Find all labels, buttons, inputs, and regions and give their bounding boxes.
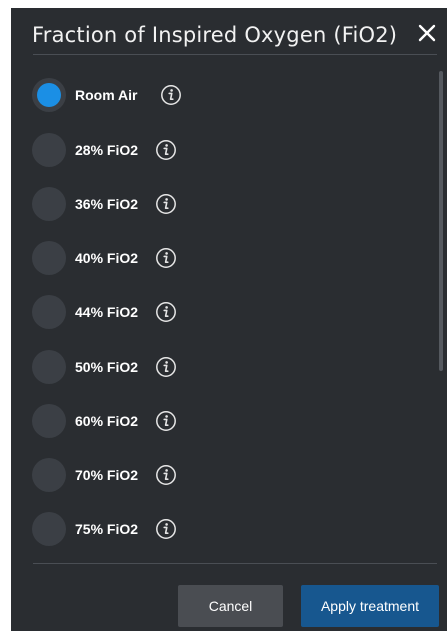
radio-button[interactable] xyxy=(32,512,66,546)
info-icon[interactable] xyxy=(155,301,177,323)
option-60-fio2[interactable]: 60% FiO2 xyxy=(32,404,392,438)
option-36-fio2[interactable]: 36% FiO2 xyxy=(32,187,392,221)
info-icon[interactable] xyxy=(155,518,177,540)
option-40-fio2[interactable]: 40% FiO2 xyxy=(32,241,392,275)
cancel-button[interactable]: Cancel xyxy=(178,585,283,627)
option-label: Room Air xyxy=(75,87,138,103)
option-label: 70% FiO2 xyxy=(75,467,139,483)
radio-button[interactable] xyxy=(32,241,66,275)
footer-divider xyxy=(33,563,437,564)
option-list: Room Air 28% FiO2 36% FiO2 40% FiO2 44% … xyxy=(11,66,447,556)
fio2-dialog: Fraction of Inspired Oxygen (FiO2) Room … xyxy=(11,8,447,631)
radio-button[interactable] xyxy=(32,133,66,167)
scrollbar[interactable] xyxy=(439,71,443,371)
radio-button[interactable] xyxy=(32,458,66,492)
radio-button[interactable] xyxy=(32,404,66,438)
info-icon[interactable] xyxy=(160,84,182,106)
radio-button[interactable] xyxy=(32,295,66,329)
info-icon[interactable] xyxy=(155,410,177,432)
info-icon[interactable] xyxy=(155,139,177,161)
option-label: 44% FiO2 xyxy=(75,304,139,320)
option-75-fio2[interactable]: 75% FiO2 xyxy=(32,512,392,546)
info-icon[interactable] xyxy=(155,464,177,486)
radio-button[interactable] xyxy=(32,78,66,112)
header-divider xyxy=(33,54,437,55)
dialog-header: Fraction of Inspired Oxygen (FiO2) xyxy=(11,8,447,56)
option-70-fio2[interactable]: 70% FiO2 xyxy=(32,458,392,492)
option-label: 40% FiO2 xyxy=(75,250,139,266)
apply-treatment-button[interactable]: Apply treatment xyxy=(301,585,439,627)
option-label: 36% FiO2 xyxy=(75,196,139,212)
dialog-title: Fraction of Inspired Oxygen (FiO2) xyxy=(32,23,398,47)
option-28-fio2[interactable]: 28% FiO2 xyxy=(32,133,392,167)
radio-button[interactable] xyxy=(32,350,66,384)
info-icon[interactable] xyxy=(155,356,177,378)
option-label: 60% FiO2 xyxy=(75,413,139,429)
radio-button[interactable] xyxy=(32,187,66,221)
close-icon[interactable] xyxy=(415,21,439,45)
option-room-air[interactable]: Room Air xyxy=(32,78,392,112)
option-44-fio2[interactable]: 44% FiO2 xyxy=(32,295,392,329)
option-label: 28% FiO2 xyxy=(75,142,139,158)
option-label: 75% FiO2 xyxy=(75,521,139,537)
option-label: 50% FiO2 xyxy=(75,359,139,375)
info-icon[interactable] xyxy=(155,193,177,215)
option-50-fio2[interactable]: 50% FiO2 xyxy=(32,350,392,384)
info-icon[interactable] xyxy=(155,247,177,269)
